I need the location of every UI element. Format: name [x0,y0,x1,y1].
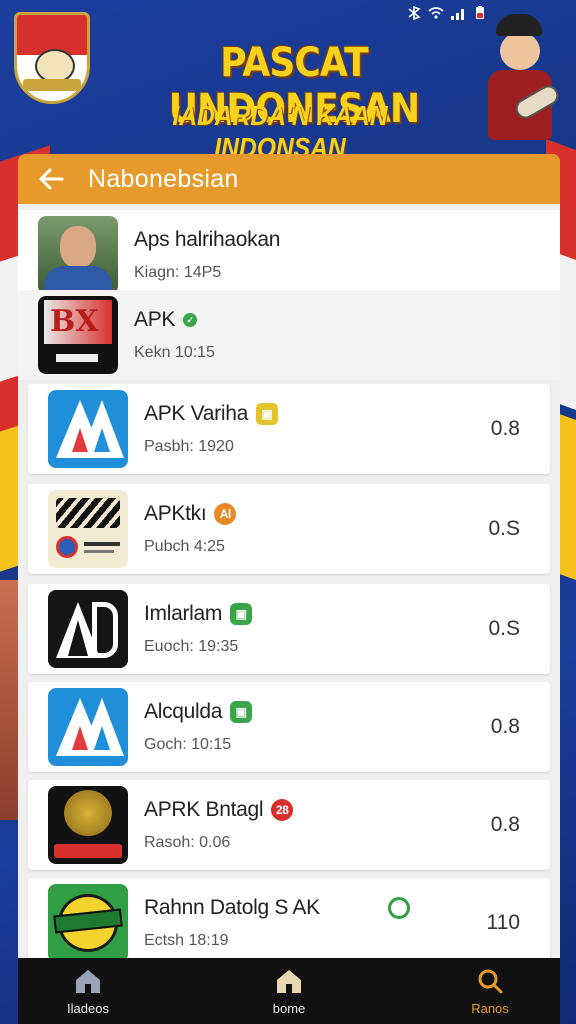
app-name: Imlarlam [144,602,223,625]
app-rating: 0.S [488,617,520,640]
app-icon [38,216,118,294]
app-icon [48,786,128,864]
status-badge: Al [214,503,237,525]
app-bar: Nabonebsian [18,154,560,204]
app-icon [48,884,128,960]
home-icon [277,969,301,993]
app-rating: 0.8 [490,715,520,738]
mascot-illustration [478,10,562,160]
app-meta: Pasbh: 1920 [144,438,234,455]
app-rating: 0.S [488,517,520,540]
bottom-navigation: Iladeos bome Ranos [18,958,560,1024]
wifi-icon [428,7,444,19]
lock-badge: ▣ [256,403,278,425]
app-rating: 110 [486,911,520,934]
app-name: Rahnn Datolg S AK [144,896,320,919]
nav-label: Ranos [471,1000,509,1016]
bluetooth-icon [408,6,421,20]
app-meta: Kekn 10:15 [134,344,215,361]
list-item[interactable]: Rahnn Datolg S AK Ectsh 18:19 110 [28,878,550,960]
app-icon: BX [38,296,118,374]
nav-item-home[interactable]: bome [249,967,329,1016]
status-bar [406,6,488,20]
app-meta: Rasoh: 0.06 [144,834,231,851]
app-name: APRK Bntagl [144,798,264,821]
search-icon [478,969,503,993]
app-meta: Ectsh 18:19 [144,932,229,949]
signal-icon [451,9,464,20]
app-name: APK [134,308,176,331]
nav-item-search[interactable]: Ranos [450,967,530,1016]
app-name: Alcqulda [144,700,223,723]
lock-badge [387,897,410,919]
list-item[interactable]: Aps halrihaokan Kiagn: 14P5 [18,210,560,300]
app-icon [48,590,128,668]
app-name: APK Variha [144,402,248,425]
lock-badge: ▣ [230,701,253,723]
app-bar-title: Nabonebsian [88,164,239,193]
lock-badge: ▣ [230,603,253,625]
arrow-left-icon[interactable] [36,164,66,194]
list-item[interactable]: Alcqulda ▣ Goch: 10:15 0.8 [28,682,550,772]
app-icon [48,490,128,568]
app-meta: Goch: 10:15 [144,736,232,753]
list-item[interactable]: APK Variha ▣ Pasbh: 1920 0.8 [28,384,550,474]
verified-badge: ✓ [183,313,198,327]
nav-label: Iladeos [67,1000,109,1016]
app-meta: Pubch 4:25 [144,538,225,555]
app-rating: 0.8 [490,417,520,440]
app-meta: Kiagn: 14P5 [134,264,222,281]
list-item[interactable]: APRK Bntagl 28 Rasoh: 0.06 0.8 [28,780,550,870]
home-icon [76,969,100,993]
status-badge: 28 [271,799,294,821]
app-list-card: Nabonebsian Aps halrihaokan Kiagn: 14P5 … [18,154,560,960]
app-icon [48,390,128,468]
list-item[interactable]: Imlarlam ▣ Euoch: 19:35 0.S [28,584,550,674]
nav-label: bome [272,1000,306,1016]
nav-item-videos[interactable]: Iladeos [48,967,128,1016]
app-meta: Euoch: 19:35 [144,638,239,655]
app-rating: 0.8 [490,813,520,836]
logo-emblem [14,12,90,104]
app-name: Aps halrihaokan [134,228,281,251]
app-name: APKtkı [144,502,207,525]
list-item[interactable]: BX APK ✓ Kekn 10:15 [18,290,560,380]
app-icon [48,688,128,766]
list-item[interactable]: APKtkı Al Pubch 4:25 0.S [28,484,550,574]
